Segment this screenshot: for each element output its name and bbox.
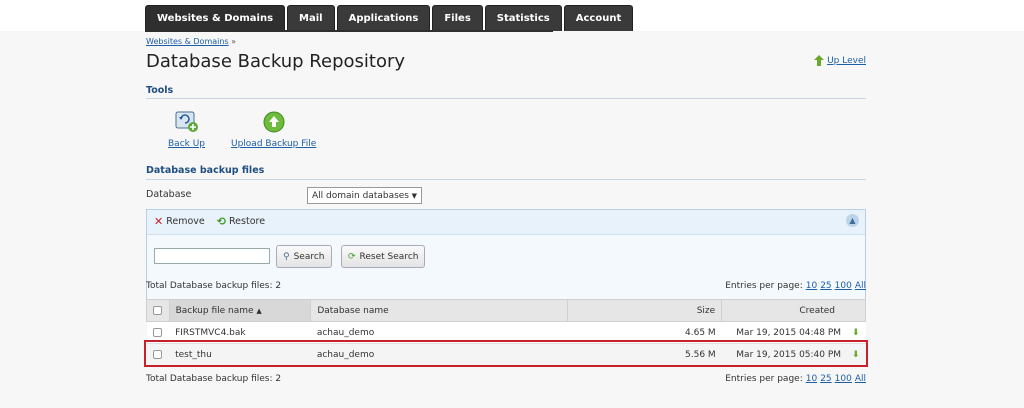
back-up-label[interactable]: Back Up bbox=[168, 139, 205, 149]
col-database-name[interactable]: Database name bbox=[310, 299, 569, 322]
search-button[interactable]: ⚲ Search bbox=[276, 245, 332, 268]
main-tabs: Websites & Domains Mail Applications Fil… bbox=[145, 5, 635, 31]
remove-icon: ✕ bbox=[154, 214, 164, 228]
row-checkbox-cell bbox=[146, 321, 170, 344]
tabs-underline bbox=[145, 30, 553, 32]
select-all-checkbox[interactable] bbox=[153, 305, 162, 315]
page-title: Database Backup Repository bbox=[146, 51, 406, 72]
tab-account[interactable]: Account bbox=[563, 5, 634, 31]
col-backup-file-name[interactable]: Backup file name ▲ bbox=[168, 299, 312, 322]
row-size: 5.56 M bbox=[567, 343, 722, 366]
collapse-icon[interactable]: ▲ bbox=[846, 214, 859, 227]
entries-option-100[interactable]: 100 bbox=[835, 281, 852, 291]
up-arrow-icon bbox=[814, 55, 825, 66]
search-input[interactable] bbox=[154, 248, 270, 264]
breadcrumb: Websites & Domains » bbox=[146, 37, 236, 46]
table-row: test_thu achau_demo 5.56 M Mar 19, 2015 … bbox=[146, 343, 866, 366]
tab-mail[interactable]: Mail bbox=[287, 5, 335, 31]
database-select[interactable]: All domain databases ▼ bbox=[307, 187, 422, 204]
top-navigation: Websites & Domains Mail Applications Fil… bbox=[0, 0, 1024, 31]
download-icon[interactable]: ⬇ bbox=[852, 328, 860, 338]
restore-icon: ⟲ bbox=[216, 214, 226, 228]
upload-backup-tool[interactable]: Upload Backup File bbox=[231, 111, 316, 149]
table-row: FIRSTMVC4.bak achau_demo 4.65 M Mar 19, … bbox=[146, 321, 866, 344]
entries-option-10[interactable]: 10 bbox=[806, 281, 817, 291]
row-created-cell: Mar 19, 2015 05:40 PM ⬇ bbox=[721, 343, 866, 366]
database-select-value: All domain databases bbox=[312, 190, 410, 201]
upload-backup-label[interactable]: Upload Backup File bbox=[231, 139, 316, 149]
entries-label: Entries per page: bbox=[725, 281, 803, 291]
reset-search-label: Reset Search bbox=[359, 251, 419, 262]
row-checkbox[interactable] bbox=[152, 327, 162, 337]
remove-button[interactable]: ✕ Remove bbox=[154, 215, 205, 228]
files-divider bbox=[146, 179, 866, 180]
entries-option-10[interactable]: 10 bbox=[806, 374, 817, 384]
restore-label: Restore bbox=[229, 215, 266, 227]
row-file-name: FIRSTMVC4.bak bbox=[169, 321, 311, 344]
row-created: Mar 19, 2015 04:48 PM bbox=[736, 327, 842, 338]
reset-icon: ⟳ bbox=[348, 251, 356, 262]
select-all-header bbox=[146, 299, 170, 322]
tab-files[interactable]: Files bbox=[432, 5, 483, 31]
reset-search-button[interactable]: ⟳ Reset Search bbox=[341, 245, 426, 268]
breadcrumb-link[interactable]: Websites & Domains bbox=[146, 37, 229, 46]
total-count-bottom: Total Database backup files: 2 bbox=[146, 374, 282, 384]
magnifier-icon: ⚲ bbox=[283, 251, 290, 262]
col-created[interactable]: Created bbox=[721, 299, 866, 322]
panel-actions: ✕ Remove ⟲ Restore bbox=[147, 210, 865, 232]
up-level-label[interactable]: Up Level bbox=[827, 56, 866, 66]
row-database-name: achau_demo bbox=[310, 343, 568, 366]
entries-option-100[interactable]: 100 bbox=[835, 374, 852, 384]
tools-divider bbox=[146, 98, 866, 99]
entries-per-page-top: Entries per page: 10 25 100 All bbox=[725, 281, 866, 291]
chevron-down-icon: ▼ bbox=[411, 191, 417, 200]
tab-websites-domains[interactable]: Websites & Domains bbox=[145, 5, 286, 31]
row-checkbox-cell bbox=[146, 343, 170, 366]
entries-option-25[interactable]: 25 bbox=[820, 374, 831, 384]
entries-option-25[interactable]: 25 bbox=[820, 281, 831, 291]
restore-button[interactable]: ⟲ Restore bbox=[217, 215, 265, 228]
back-up-tool[interactable]: Back Up bbox=[168, 111, 205, 149]
up-level-link[interactable]: Up Level bbox=[814, 55, 866, 66]
entries-option-all[interactable]: All bbox=[855, 374, 866, 384]
table-header-row: Backup file name ▲ Database name Size Cr… bbox=[146, 299, 866, 322]
col-size[interactable]: Size bbox=[567, 299, 723, 322]
tab-applications[interactable]: Applications bbox=[336, 5, 431, 31]
tab-statistics[interactable]: Statistics bbox=[484, 5, 562, 31]
row-checkbox[interactable] bbox=[152, 349, 162, 359]
search-button-label: Search bbox=[293, 251, 325, 262]
tools-title: Tools bbox=[146, 85, 174, 96]
upload-icon bbox=[263, 111, 285, 133]
row-created: Mar 19, 2015 05:40 PM bbox=[736, 349, 842, 360]
entries-label: Entries per page: bbox=[725, 374, 803, 384]
entries-option-all[interactable]: All bbox=[855, 281, 866, 291]
row-size: 4.65 M bbox=[567, 321, 722, 344]
total-count-top: Total Database backup files: 2 bbox=[146, 281, 282, 291]
database-filter-label: Database bbox=[146, 189, 192, 200]
files-section-title: Database backup files bbox=[146, 165, 265, 176]
database-backup-icon bbox=[175, 111, 198, 132]
row-database-name: achau_demo bbox=[310, 321, 568, 344]
backup-files-table: Backup file name ▲ Database name Size Cr… bbox=[146, 299, 866, 366]
row-created-cell: Mar 19, 2015 04:48 PM ⬇ bbox=[721, 321, 866, 344]
remove-label: Remove bbox=[166, 215, 205, 227]
breadcrumb-separator: » bbox=[231, 37, 237, 46]
entries-per-page-bottom: Entries per page: 10 25 100 All bbox=[725, 374, 866, 384]
row-file-name: test_thu bbox=[169, 343, 311, 366]
download-icon[interactable]: ⬇ bbox=[852, 350, 860, 360]
col-name-label: Backup file name bbox=[175, 305, 254, 316]
sort-up-icon: ▲ bbox=[256, 306, 262, 315]
